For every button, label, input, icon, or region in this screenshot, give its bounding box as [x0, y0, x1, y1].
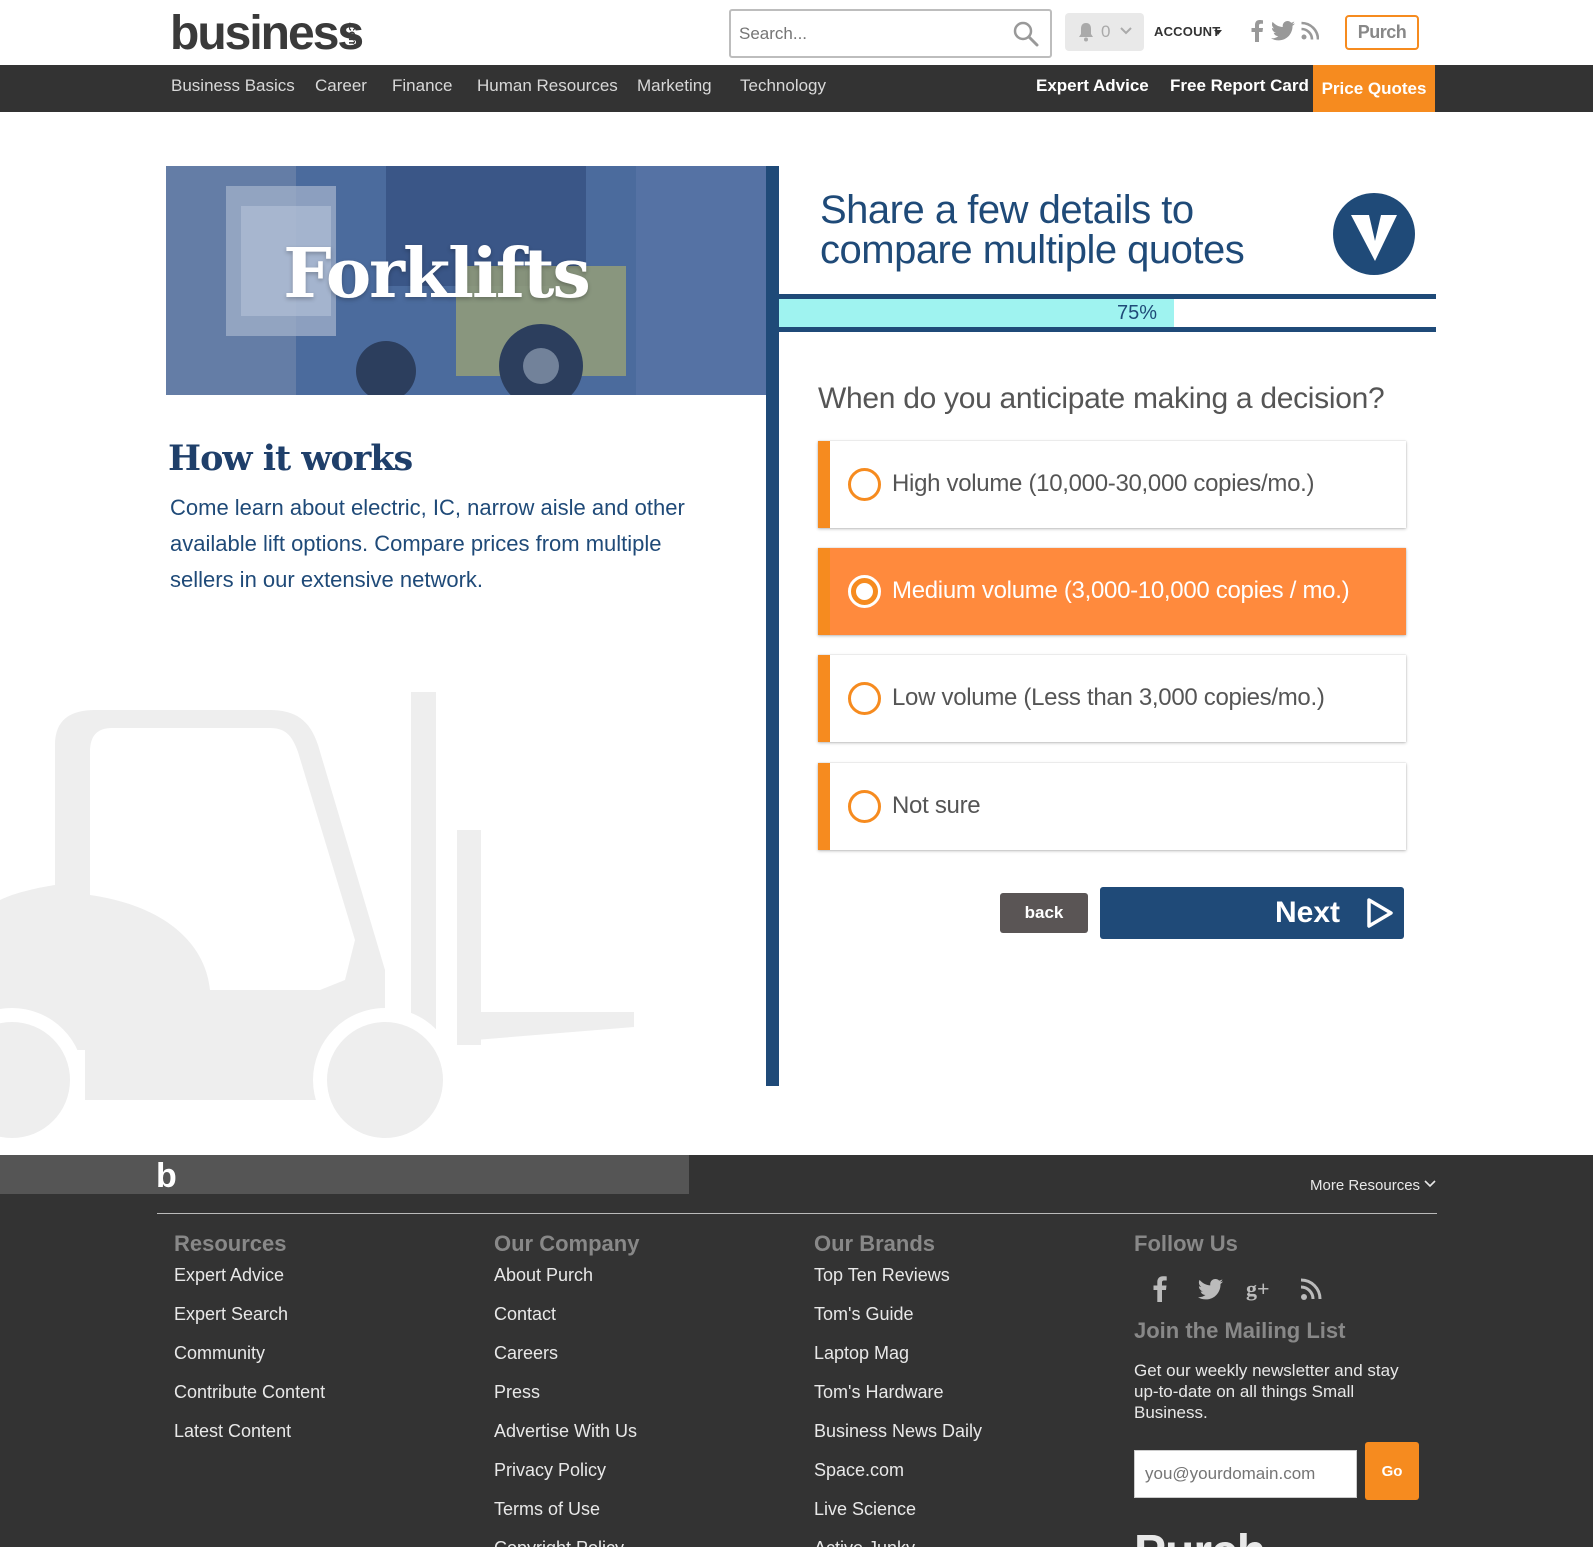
- footer-link[interactable]: Tom's Hardware: [814, 1382, 943, 1403]
- footer: b More Resources Resources Expert Advice…: [0, 1155, 1593, 1547]
- chevron-down-icon: [1424, 1180, 1436, 1188]
- footer-logo[interactable]: b: [156, 1157, 177, 1196]
- form-question: When do you anticipate making a decision…: [818, 382, 1385, 415]
- footer-band: [0, 1155, 689, 1194]
- footer-link[interactable]: Business News Daily: [814, 1421, 982, 1442]
- radio-button[interactable]: [848, 790, 881, 823]
- option-label: High volume (10,000-30,000 copies/mo.): [892, 470, 1315, 497]
- option-high-volume[interactable]: High volume (10,000-30,000 copies/mo.): [818, 441, 1406, 528]
- purch-link[interactable]: Purch: [1345, 15, 1419, 50]
- footer-link[interactable]: Tom's Guide: [814, 1304, 913, 1325]
- business-logo[interactable]: business: [170, 6, 364, 61]
- footer-link[interactable]: About Purch: [494, 1265, 593, 1286]
- search-box: [729, 9, 1052, 58]
- email-field[interactable]: [1134, 1450, 1357, 1498]
- search-icon[interactable]: [1012, 20, 1040, 48]
- mailing-list-text: Get our weekly newsletter and stay up-to…: [1134, 1361, 1399, 1422]
- purch-footer-logo[interactable]: Purch: [1134, 1525, 1266, 1547]
- google-plus-icon[interactable]: g+: [1244, 1272, 1276, 1304]
- footer-link[interactable]: Live Science: [814, 1499, 916, 1520]
- nav-marketing[interactable]: Marketing: [637, 76, 712, 96]
- twitter-icon[interactable]: [1194, 1272, 1226, 1304]
- radio-button-selected[interactable]: [848, 575, 881, 608]
- option-medium-volume[interactable]: Medium volume (3,000-10,000 copies / mo.…: [818, 548, 1406, 635]
- footer-link[interactable]: Expert Advice: [174, 1265, 284, 1286]
- footer-divider: [157, 1213, 1437, 1214]
- nav-free-report-card[interactable]: Free Report Card: [1170, 76, 1309, 96]
- nav-price-quotes[interactable]: Price Quotes: [1313, 65, 1435, 112]
- nav-expert-advice[interactable]: Expert Advice: [1036, 76, 1149, 96]
- nav-finance[interactable]: Finance: [392, 76, 452, 96]
- play-arrow-icon: [1367, 898, 1393, 928]
- hero-title: Forklifts: [283, 234, 590, 314]
- how-it-works-title: How it works: [168, 438, 413, 479]
- nav-career[interactable]: Career: [315, 76, 367, 96]
- next-button[interactable]: Next: [1100, 887, 1404, 939]
- footer-link[interactable]: Latest Content: [174, 1421, 291, 1442]
- progress-bar: 75%: [779, 294, 1436, 332]
- check-down-icon: [1333, 193, 1415, 275]
- radio-button[interactable]: [848, 468, 881, 501]
- nav-technology[interactable]: Technology: [740, 76, 826, 96]
- rss-icon[interactable]: [1301, 20, 1319, 42]
- footer-link[interactable]: Top Ten Reviews: [814, 1265, 950, 1286]
- footer-link[interactable]: Active Junky: [814, 1538, 915, 1547]
- how-it-works-text: Come learn about electric, IC, narrow ai…: [170, 495, 685, 592]
- account-menu[interactable]: ACCOUNT: [1154, 24, 1220, 39]
- bell-icon: [1079, 23, 1093, 42]
- twitter-icon[interactable]: [1271, 20, 1295, 42]
- footer-link[interactable]: Press: [494, 1382, 540, 1403]
- footer-link[interactable]: Terms of Use: [494, 1499, 600, 1520]
- brands-title: Our Brands: [814, 1231, 936, 1256]
- business-logo-suffix: .com: [346, 22, 358, 48]
- nav-business-basics[interactable]: Business Basics: [171, 76, 295, 96]
- option-not-sure[interactable]: Not sure: [818, 763, 1406, 850]
- forklift-silhouette: [0, 692, 634, 1152]
- rss-icon[interactable]: [1296, 1272, 1328, 1304]
- footer-link[interactable]: Expert Search: [174, 1304, 288, 1325]
- footer-link[interactable]: Privacy Policy: [494, 1460, 606, 1481]
- vertical-divider: [766, 166, 779, 1086]
- nav-human-resources[interactable]: Human Resources: [477, 76, 618, 96]
- notifications-button[interactable]: 0: [1065, 13, 1144, 51]
- svg-text:g+: g+: [1246, 1276, 1270, 1301]
- mailing-list-title: Join the Mailing List: [1134, 1318, 1346, 1343]
- footer-link[interactable]: Advertise With Us: [494, 1421, 637, 1442]
- footer-link[interactable]: Careers: [494, 1343, 558, 1364]
- radio-button[interactable]: [848, 682, 881, 715]
- top-header: business .com 0 ACCOUNT Purch: [0, 0, 1593, 65]
- footer-link[interactable]: Copyright Policy: [494, 1538, 624, 1547]
- progress-fill: [779, 299, 1174, 327]
- search-input[interactable]: [739, 21, 999, 47]
- follow-title: Follow Us: [1134, 1231, 1238, 1256]
- caret-down-icon: [1214, 30, 1222, 35]
- more-resources-toggle[interactable]: More Resources: [1310, 1177, 1420, 1194]
- option-low-volume[interactable]: Low volume (Less than 3,000 copies/mo.): [818, 655, 1406, 742]
- footer-link[interactable]: Laptop Mag: [814, 1343, 909, 1364]
- footer-link[interactable]: Community: [174, 1343, 265, 1364]
- notifications-count: 0: [1101, 22, 1111, 41]
- footer-link[interactable]: Contact: [494, 1304, 556, 1325]
- chevron-down-icon: [1120, 27, 1132, 35]
- facebook-icon[interactable]: [1250, 20, 1264, 42]
- company-title: Our Company: [494, 1231, 640, 1256]
- hero-image: Forklifts: [166, 166, 766, 395]
- resources-title: Resources: [174, 1231, 287, 1256]
- facebook-icon[interactable]: [1144, 1272, 1176, 1304]
- option-label: Low volume (Less than 3,000 copies/mo.): [892, 684, 1325, 711]
- back-button[interactable]: back: [1000, 893, 1088, 933]
- option-label: Medium volume (3,000-10,000 copies / mo.…: [892, 577, 1350, 604]
- progress-label: 75%: [1117, 302, 1158, 324]
- form-title: Share a few details to compare multiple …: [820, 188, 1245, 272]
- footer-link[interactable]: Space.com: [814, 1460, 904, 1481]
- main-nav: Business Basics Career Finance Human Res…: [0, 65, 1593, 112]
- option-label: Not sure: [892, 792, 981, 819]
- go-button[interactable]: Go: [1365, 1442, 1419, 1500]
- footer-link[interactable]: Contribute Content: [174, 1382, 325, 1403]
